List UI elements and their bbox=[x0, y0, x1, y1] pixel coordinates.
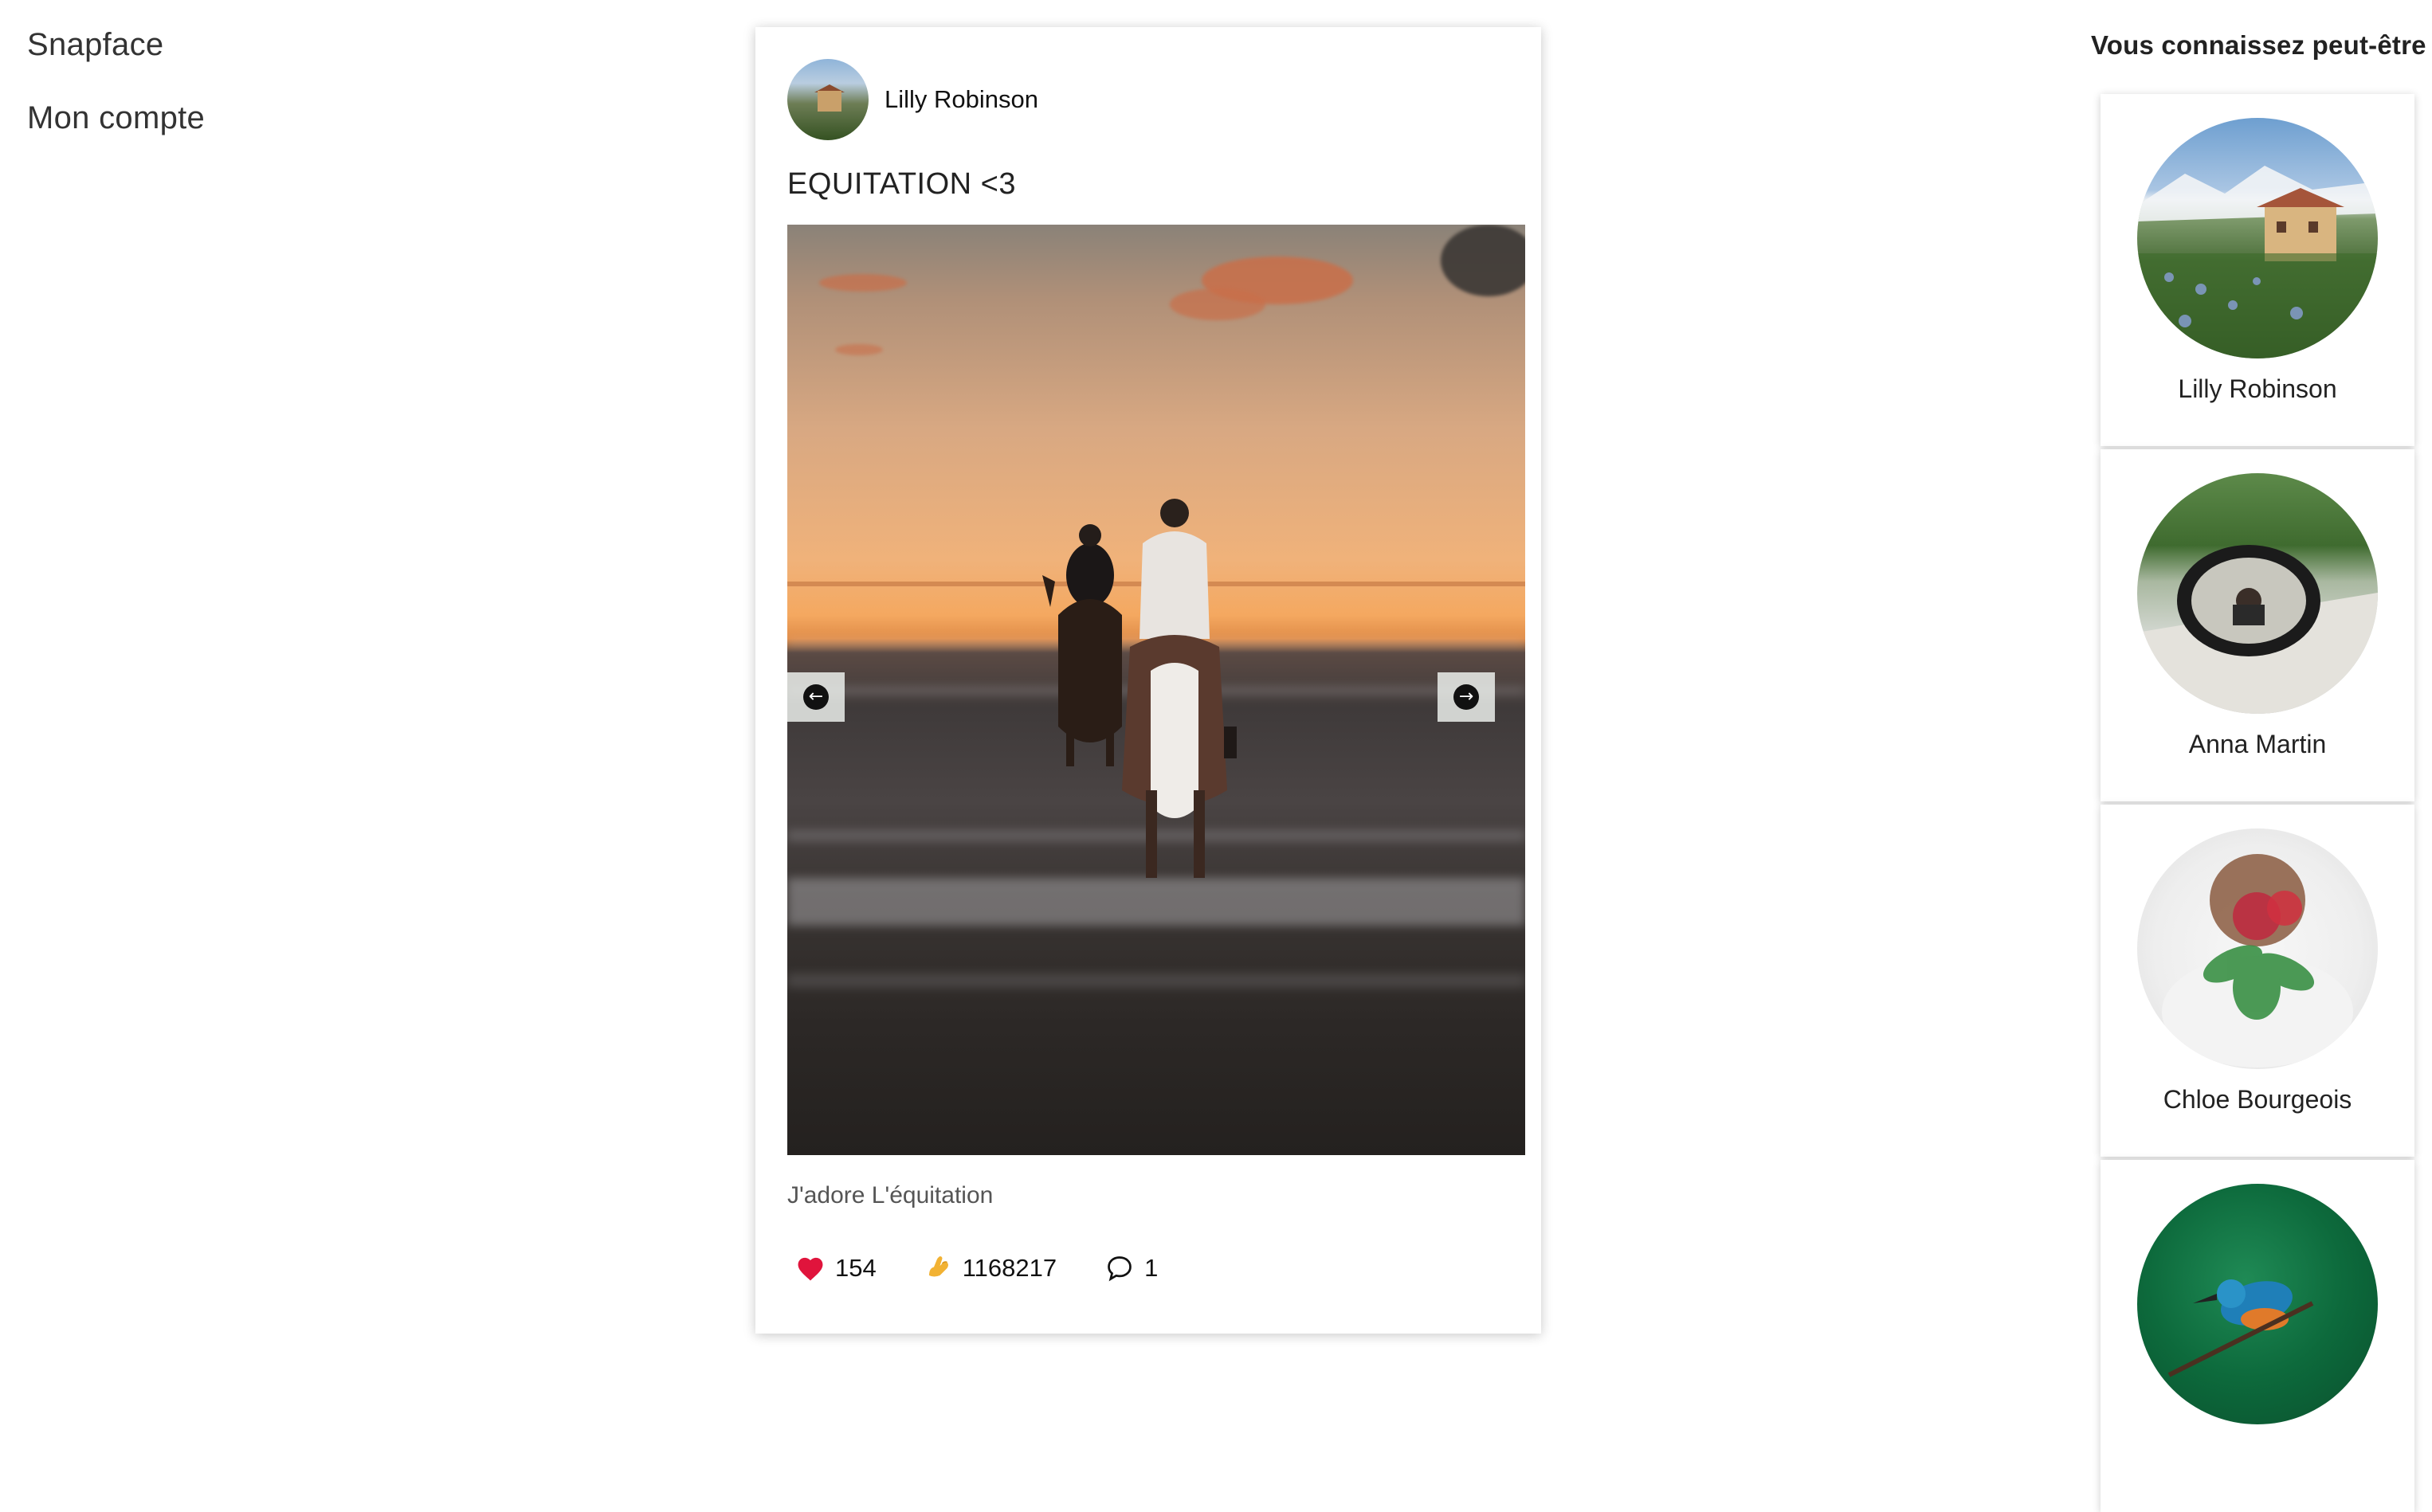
suggestion-name[interactable]: Anna Martin bbox=[2101, 730, 2414, 759]
comment-count: 1 bbox=[1144, 1254, 1159, 1282]
post-stats: 154 1168217 1 bbox=[795, 1254, 1206, 1283]
left-nav: Snapface Mon compte bbox=[27, 29, 205, 175]
post-image: ← → bbox=[787, 225, 1525, 1155]
post-title: EQUITATION <3 bbox=[787, 167, 1016, 201]
brand-link[interactable]: Snapface bbox=[27, 29, 205, 61]
comment-button[interactable]: 1 bbox=[1104, 1254, 1158, 1283]
suggestion-name[interactable]: Chloe Bourgeois bbox=[2101, 1085, 2414, 1114]
snap-count: 1168217 bbox=[962, 1254, 1057, 1282]
suggestion-name[interactable]: Lilly Robinson bbox=[2101, 374, 2414, 404]
suggestion-avatar[interactable] bbox=[2137, 828, 2378, 1069]
comment-icon bbox=[1108, 1256, 1132, 1282]
suggestion-card[interactable]: Anna Martin bbox=[2101, 449, 2414, 801]
suggestion-card[interactable]: Chloe Bourgeois bbox=[2101, 805, 2414, 1157]
suggestion-avatar[interactable] bbox=[2137, 118, 2378, 358]
suggestion-avatar[interactable] bbox=[2137, 1184, 2378, 1424]
arrow-right-icon: → bbox=[1453, 684, 1479, 710]
suggestion-card[interactable]: Lilly Robinson bbox=[2101, 94, 2414, 446]
account-link[interactable]: Mon compte bbox=[27, 102, 205, 134]
snap-button[interactable]: 1168217 bbox=[924, 1254, 1057, 1283]
carousel-prev-button[interactable]: ← bbox=[787, 672, 845, 722]
suggestions-title: Vous connaissez peut-être bbox=[2091, 30, 2426, 60]
author-avatar[interactable] bbox=[787, 59, 869, 140]
arrow-left-icon: ← bbox=[803, 684, 829, 710]
like-count: 154 bbox=[835, 1254, 877, 1282]
post-header: Lilly Robinson bbox=[787, 59, 1038, 140]
post-author[interactable]: Lilly Robinson bbox=[885, 85, 1038, 114]
suggestion-card[interactable] bbox=[2101, 1160, 2414, 1512]
snap-hand-icon bbox=[928, 1256, 948, 1277]
carousel-next-button[interactable]: → bbox=[1438, 672, 1495, 722]
post-caption: J'adore L'équitation bbox=[787, 1182, 994, 1208]
suggestion-avatar[interactable] bbox=[2137, 473, 2378, 714]
post-card: Lilly Robinson EQUITATION <3 ← → J'adore… bbox=[755, 27, 1541, 1334]
riders-illustration bbox=[1042, 499, 1237, 878]
heart-icon bbox=[798, 1257, 823, 1281]
like-button[interactable]: 154 bbox=[795, 1254, 877, 1283]
